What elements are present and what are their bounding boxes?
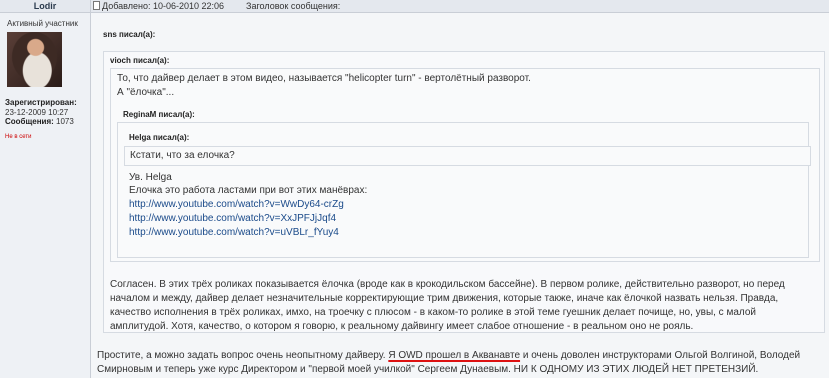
youtube-link[interactable]: http://www.youtube.com/watch?v=XxJPFJjJq… (129, 212, 336, 226)
avatar (7, 32, 62, 87)
messages-count-row: Сообщения: 1073 (5, 117, 74, 126)
quote-text: То, что дайвер делает в этом видео, назы… (117, 73, 531, 84)
post-author-name[interactable]: Lodir (0, 0, 91, 13)
quote-text: началом и между, дайвер делает незначите… (110, 293, 779, 304)
youtube-link[interactable]: http://www.youtube.com/watch?v=WwDy64-cr… (129, 198, 344, 212)
quote-block-regina: Helga писал(а): Кстати, что за елочка? У… (117, 122, 811, 258)
registered-label: Зарегистрирован: (5, 98, 77, 107)
user-profile-column: Активный участник Зарегистрирован: 23-12… (0, 13, 91, 378)
quote-text: Кстати, что за елочка? (130, 150, 235, 161)
messages-count: 1073 (56, 117, 74, 126)
user-rank: Активный участник (7, 19, 78, 28)
quote-block-helga: Кстати, что за елочка? (124, 146, 811, 166)
quote-title-sns: sns писал(а): (103, 30, 156, 39)
quote-text: Согласен. В этих трёх роликах показывает… (110, 279, 785, 290)
reply-text: Простите, а можно задать вопрос очень не… (97, 350, 801, 361)
reply-text: Смирновым и теперь уже курс Директором и… (97, 364, 759, 375)
quote-title-vioch: vioch писал(а): (110, 56, 170, 65)
quote-text: А "ёлочка"... (117, 87, 175, 98)
quote-text: амплитудой. Хотя, качество, о котором я … (110, 321, 694, 332)
registered-date: 23-12-2009 10:27 (5, 108, 69, 117)
quote-title-regina: ReginaM писал(а): (123, 110, 195, 119)
forum-post: Lodir Добавлено: 10-06-2010 22:06 Заголов… (0, 0, 829, 378)
post-header: Добавлено: 10-06-2010 22:06 Заголовок соо… (91, 0, 829, 13)
post-body: sns писал(а): vioch писал(а): То, что да… (91, 13, 829, 378)
quote-block-sns: vioch писал(а): То, что дайвер делает в … (103, 51, 825, 333)
messages-label: Сообщения: (5, 117, 54, 126)
online-status: Не в сети (5, 134, 32, 140)
quote-text: качество исполнения в трёх роликах, имхо… (110, 307, 756, 318)
quote-title-helga: Helga писал(а): (129, 133, 190, 142)
highlighted-text: Я OWD прошел в Акванавте (388, 350, 521, 361)
post-subject-label: Заголовок сообщения: (246, 1, 341, 11)
quote-block-vioch: То, что дайвер делает в этом видео, назы… (110, 68, 820, 262)
quote-text: Елочка это работа ластами при вот этих м… (129, 185, 368, 196)
post-icon (93, 1, 100, 10)
quote-text: Ув. Helga (129, 172, 172, 183)
youtube-link[interactable]: http://www.youtube.com/watch?v=uVBLr_fYu… (129, 226, 339, 240)
post-date: Добавлено: 10-06-2010 22:06 (102, 1, 225, 11)
